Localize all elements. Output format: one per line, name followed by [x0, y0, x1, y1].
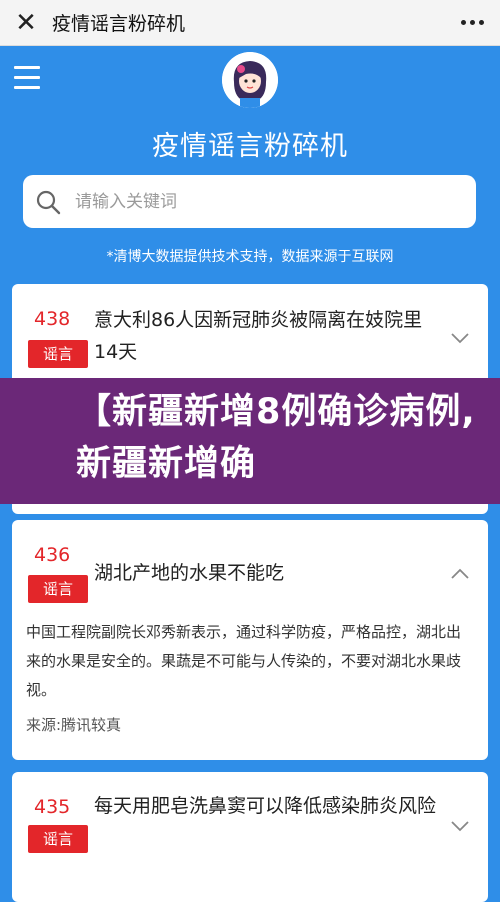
- hamburger-menu-icon[interactable]: [14, 66, 40, 90]
- data-source-note: *清博大数据提供技术支持，数据来源于互联网: [106, 249, 394, 265]
- search-bar[interactable]: [23, 175, 476, 228]
- search-icon: [23, 189, 73, 215]
- news-banner-overlay[interactable]: 【新疆新增8例确诊病例,新疆新增确: [0, 378, 500, 504]
- rumor-tag: 谣言: [28, 825, 88, 853]
- close-icon[interactable]: ✕: [0, 0, 52, 46]
- rumor-headline: 每天用肥皂洗鼻窦可以降低感染肺炎风险: [94, 795, 437, 817]
- rumor-headline: 湖北产地的水果不能吃: [94, 562, 285, 584]
- search-input[interactable]: [73, 190, 476, 213]
- rumor-tag: 谣言: [28, 575, 88, 603]
- chevron-up-icon[interactable]: [450, 564, 470, 584]
- rumor-card[interactable]: 436 谣言 湖北产地的水果不能吃 中国工程院副院长邓秀新表示，通过科学防疫，严…: [12, 520, 488, 760]
- rumor-number: 436: [34, 544, 71, 566]
- rumor-source: 来源:腾讯较真: [26, 716, 122, 734]
- chevron-down-icon[interactable]: [450, 328, 470, 348]
- banner-text: 【新疆新增8例确诊病例,新疆新增确: [76, 392, 476, 484]
- rumor-headline: 意大利86人因新冠肺炎被隔离在妓院里14天: [94, 309, 423, 363]
- rumor-number: 438: [34, 308, 71, 330]
- more-icon[interactable]: [444, 20, 500, 25]
- rumor-tag: 谣言: [28, 340, 88, 368]
- window-title: 疫情谣言粉碎机: [52, 13, 186, 35]
- mascot-avatar: [222, 52, 278, 108]
- page-title: 疫情谣言粉碎机: [152, 131, 348, 162]
- chevron-down-icon[interactable]: [450, 816, 470, 836]
- top-bar: ✕ 疫情谣言粉碎机: [0, 0, 500, 46]
- rumor-number: 435: [34, 796, 71, 818]
- rumor-explanation: 中国工程院副院长邓秀新表示，通过科学防疫，严格品控，湖北出来的水果是安全的。果蔬…: [26, 623, 462, 699]
